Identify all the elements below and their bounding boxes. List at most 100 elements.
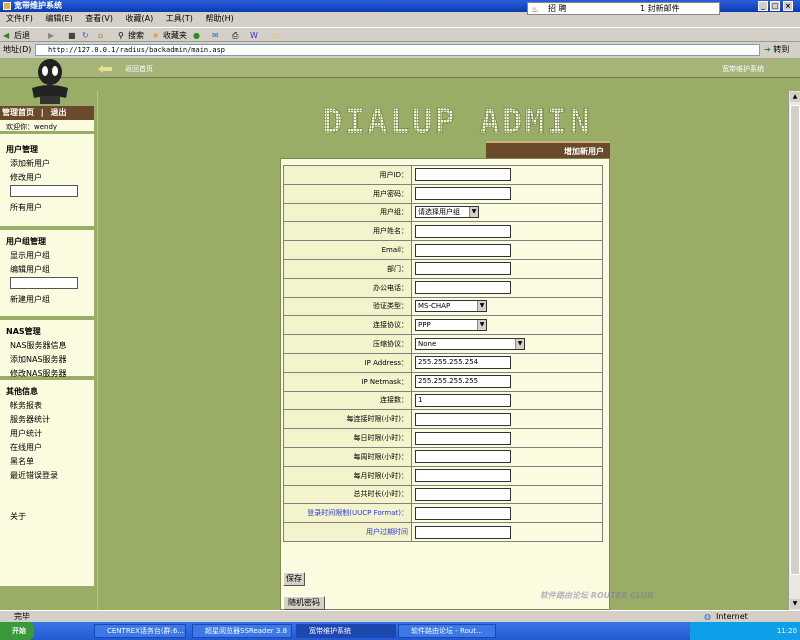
back-arrow-icon[interactable]: ◀ <box>3 28 9 43</box>
field-input[interactable]: 255.255.255.254 <box>415 356 511 370</box>
sidebar-item-about[interactable]: 关于 <box>0 511 94 522</box>
search-button[interactable]: 搜索 <box>128 28 144 43</box>
field-input[interactable] <box>415 525 511 539</box>
dropdown-arrow-icon[interactable]: ▼ <box>469 207 478 218</box>
field-input[interactable] <box>415 224 511 238</box>
sidebar-item-online-users[interactable]: 在线用户 <box>0 442 94 453</box>
menu-favorites[interactable]: 收藏(A) <box>126 14 154 23</box>
home-icon[interactable]: ⌂ <box>98 28 103 43</box>
sidebar-item-recent-errors[interactable]: 最近错误登录 <box>0 470 94 481</box>
go-button[interactable]: ➔ 转到 <box>764 44 798 56</box>
page-content: 返回首页 宽带维护系统 管理首页 | 退出 欢迎你：wendy 用户管理 添加新… <box>0 58 800 610</box>
field-cell <box>411 409 603 430</box>
sidebar-item-add-user[interactable]: 添加新用户 <box>0 158 94 169</box>
save-button[interactable]: 保存 <box>283 572 305 586</box>
task-ssreader[interactable]: 超星阅览器SSReader 3.8 <box>192 624 292 638</box>
stop-icon[interactable]: ■ <box>68 28 76 43</box>
menu-file[interactable]: 文件(F) <box>6 14 33 23</box>
sidebar-item-blacklist[interactable]: 黑名单 <box>0 456 94 467</box>
dropdown-arrow-icon[interactable]: ▼ <box>477 320 486 331</box>
field-input[interactable]: 255.255.255.255 <box>415 375 511 389</box>
search-icon[interactable]: ⚲ <box>118 28 124 43</box>
field-select[interactable]: MS-CHAP ▼ <box>415 300 487 313</box>
minimize-button[interactable]: _ <box>758 1 768 11</box>
field-input[interactable] <box>415 450 511 464</box>
field-label: Email： <box>283 240 412 260</box>
select-value: PPP <box>418 321 431 330</box>
sidebar-item-new-group[interactable]: 新建用户组 <box>0 294 94 305</box>
menu-help[interactable]: 帮助(H) <box>205 14 233 23</box>
folder-icon[interactable]: ▭ <box>272 28 280 43</box>
close-button[interactable]: × <box>783 1 793 11</box>
refresh-icon[interactable]: ↻ <box>82 28 89 43</box>
sidebar-nav: 管理首页 | 退出 <box>0 106 94 120</box>
select-value: 请选择用户组 <box>418 208 460 217</box>
task-router-forum[interactable]: 软件路由论坛 - Rout... <box>398 624 496 638</box>
start-button[interactable]: 开始 <box>0 622 34 640</box>
scroll-thumb[interactable] <box>790 105 800 575</box>
field-input[interactable] <box>415 187 511 201</box>
field-input[interactable] <box>415 262 511 276</box>
field-label: 验证类型： <box>283 296 412 317</box>
sidebar-item-edit-user[interactable]: 修改用户 <box>0 172 94 183</box>
menu-tools[interactable]: 工具(T) <box>166 14 193 23</box>
welcome-text: 欢迎你：wendy <box>0 120 94 134</box>
sidebar-item-add-nas[interactable]: 添加NAS服务器 <box>0 354 94 365</box>
scroll-up-icon[interactable]: ▲ <box>790 92 800 102</box>
media-icon[interactable]: ● <box>193 28 200 43</box>
mail-icon[interactable]: ✉ <box>212 28 219 43</box>
sidebar-item-billing[interactable]: 帐务报表 <box>0 400 94 411</box>
sidebar-item-user-stats[interactable]: 用户统计 <box>0 428 94 439</box>
menu-view[interactable]: 查看(V) <box>85 14 113 23</box>
dropdown-arrow-icon[interactable]: ▼ <box>477 301 486 312</box>
field-input[interactable] <box>415 431 511 445</box>
task-dialup-admin[interactable]: 宽带维护系统 <box>296 624 396 638</box>
sidebar-item-edit-nas[interactable]: 修改NAS服务器 <box>0 368 94 379</box>
task-centrex[interactable]: CENTREX话务台(群:6... <box>94 624 186 638</box>
start-label: 开始 <box>12 627 26 635</box>
back-button[interactable]: 后退 <box>14 28 30 43</box>
field-cell <box>411 183 603 204</box>
back-home-link[interactable]: 返回首页 <box>125 64 153 74</box>
address-input[interactable]: http://127.0.0.1/radius/backadmin/main.a… <box>35 44 760 56</box>
field-input[interactable] <box>415 469 511 483</box>
field-select[interactable]: None ▼ <box>415 338 525 351</box>
field-input[interactable] <box>415 168 511 182</box>
status-text: 完毕 <box>14 612 30 621</box>
favorites-button[interactable]: 收藏夹 <box>163 28 187 43</box>
edit-group-input[interactable] <box>10 277 78 289</box>
favorites-icon[interactable]: ★ <box>152 28 159 43</box>
field-input[interactable] <box>415 281 511 295</box>
field-input[interactable]: 1 <box>415 393 511 407</box>
field-input[interactable] <box>415 243 511 257</box>
form-row: 每周时限(小时)： <box>283 446 603 467</box>
sidebar-item-all-users[interactable]: 所有用户 <box>0 202 94 213</box>
sidebar-item-edit-group[interactable]: 编辑用户组 <box>0 264 94 275</box>
random-password-button[interactable]: 随机密码 <box>283 596 325 610</box>
field-select[interactable]: PPP ▼ <box>415 319 487 332</box>
menu-edit[interactable]: 编辑(E) <box>45 14 72 23</box>
dropdown-arrow-icon[interactable]: ▼ <box>515 339 524 350</box>
forward-arrow-icon[interactable]: ▶ <box>48 28 54 43</box>
nav-logout-link[interactable]: 退出 <box>51 108 67 117</box>
sidebar-item-show-groups[interactable]: 显示用户组 <box>0 250 94 261</box>
field-label: 用户ID： <box>283 165 412 185</box>
sidebar-item-server-stats[interactable]: 服务器统计 <box>0 414 94 425</box>
field-input[interactable] <box>415 412 511 426</box>
tab-add-new-user[interactable]: 增加新用户 <box>486 141 610 158</box>
edit-user-input[interactable] <box>10 185 78 197</box>
vertical-scrollbar[interactable]: ▲ ▼ <box>788 91 800 610</box>
scroll-down-icon[interactable]: ▼ <box>790 599 800 609</box>
form-row: 用户姓名： <box>283 221 603 242</box>
sidebar-item-nas-info[interactable]: NAS服务器信息 <box>0 340 94 351</box>
field-input[interactable] <box>415 487 511 501</box>
print-icon[interactable]: ⎙ <box>232 28 238 43</box>
field-select[interactable]: 请选择用户组 ▼ <box>415 206 479 219</box>
form-row: 部门： <box>283 258 603 279</box>
edit-icon[interactable]: W <box>250 28 258 43</box>
back-home-icon[interactable] <box>98 65 112 73</box>
address-bar: 地址(D) http://127.0.0.1/radius/backadmin/… <box>0 43 800 57</box>
maximize-button[interactable]: □ <box>770 1 780 11</box>
nav-home-link[interactable]: 管理首页 <box>2 108 34 117</box>
field-input[interactable] <box>415 506 511 520</box>
